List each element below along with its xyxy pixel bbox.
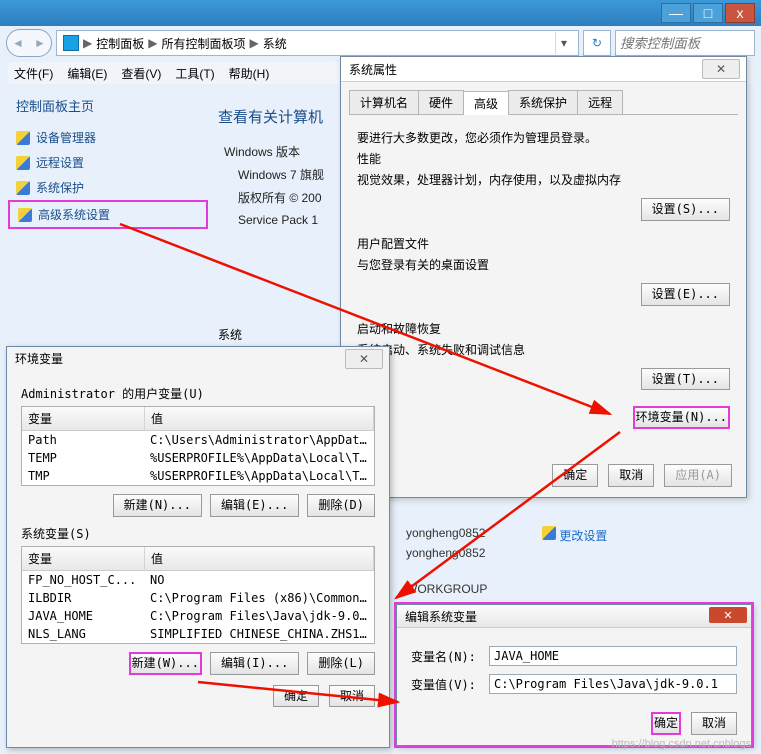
menu-tools[interactable]: 工具(T) bbox=[175, 65, 214, 82]
envvars-ok-button[interactable]: 确定 bbox=[273, 685, 319, 708]
table-row[interactable]: TMP%USERPROFILE%\AppData\Local\Temp bbox=[22, 467, 374, 485]
sys-new-button[interactable]: 新建(W)... bbox=[129, 652, 202, 675]
menu-edit[interactable]: 编辑(E) bbox=[67, 65, 107, 82]
performance-settings-button[interactable]: 设置(S)... bbox=[641, 198, 730, 221]
system-section-label: 系统 bbox=[218, 326, 242, 343]
shield-icon bbox=[18, 208, 32, 222]
sysprops-apply-button: 应用(A) bbox=[664, 464, 732, 487]
sysprops-close-button[interactable]: ✕ bbox=[702, 59, 740, 79]
editvar-close-button[interactable]: ✕ bbox=[709, 607, 747, 623]
performance-desc: 视觉效果，处理器计划，内存使用，以及虚拟内存 bbox=[357, 171, 730, 188]
table-row[interactable]: FP_NO_HOST_C...NO bbox=[22, 571, 374, 589]
shield-icon bbox=[16, 131, 30, 145]
col-var: 变量 bbox=[22, 547, 145, 570]
address-bar: ◄► ▶ 控制面板 ▶ 所有控制面板项 ▶ 系统 ▾ ↻ bbox=[6, 28, 755, 58]
col-var: 变量 bbox=[22, 407, 145, 430]
var-name-label: 变量名(N): bbox=[411, 648, 489, 665]
user-edit-button[interactable]: 编辑(E)... bbox=[210, 494, 299, 517]
user-vars-table[interactable]: 变量值 PathC:\Users\Administrator\AppData\.… bbox=[21, 406, 375, 486]
sidebar-title: 控制面板主页 bbox=[16, 96, 208, 115]
minimize-button[interactable]: — bbox=[661, 3, 691, 23]
refresh-button[interactable]: ↻ bbox=[583, 30, 611, 56]
col-val: 值 bbox=[145, 407, 374, 430]
sidebar-advanced-system-settings[interactable]: 高级系统设置 bbox=[8, 200, 208, 229]
sys-delete-button[interactable]: 删除(L) bbox=[307, 652, 375, 675]
env-vars-dialog: 环境变量 ✕ Administrator 的用户变量(U) 变量值 PathC:… bbox=[6, 346, 390, 748]
windows-edition-label: Windows 版本 bbox=[224, 141, 358, 164]
var-value-label: 变量值(V): bbox=[411, 676, 489, 693]
performance-group-title: 性能 bbox=[357, 150, 730, 167]
sys-vars-table[interactable]: 变量值 FP_NO_HOST_C...NO ILBDIRC:\Program F… bbox=[21, 546, 375, 644]
editvar-ok-button[interactable]: 确定 bbox=[651, 712, 681, 735]
var-value-input[interactable]: C:\Program Files\Java\jdk-9.0.1 bbox=[489, 674, 737, 694]
user-new-button[interactable]: 新建(N)... bbox=[113, 494, 202, 517]
sidebar: 控制面板主页 设备管理器 远程设置 系统保护 高级系统设置 bbox=[8, 90, 208, 229]
startup-group-title: 启动和故障恢复 bbox=[357, 320, 730, 337]
breadcrumb[interactable]: ▶ 控制面板 ▶ 所有控制面板项 ▶ 系统 ▾ bbox=[56, 30, 579, 56]
shield-icon bbox=[16, 156, 30, 170]
tab-advanced[interactable]: 高级 bbox=[463, 91, 509, 115]
var-name-input[interactable]: JAVA_HOME bbox=[489, 646, 737, 666]
sysprops-ok-button[interactable]: 确定 bbox=[552, 464, 598, 487]
close-button[interactable]: x bbox=[725, 3, 755, 23]
editvar-title: 编辑系统变量 bbox=[405, 608, 477, 625]
table-row[interactable]: NLS_LANGSIMPLIFIED CHINESE_CHINA.ZHS16GB… bbox=[22, 625, 374, 643]
environment-variables-button[interactable]: 环境变量(N)... bbox=[633, 406, 730, 429]
startup-desc: 系统启动、系统失败和调试信息 bbox=[357, 341, 730, 358]
envvars-cancel-button[interactable]: 取消 bbox=[329, 685, 375, 708]
breadcrumb-c[interactable]: 系统 bbox=[263, 35, 287, 52]
breadcrumb-a[interactable]: 控制面板 bbox=[96, 35, 144, 52]
table-row[interactable]: PathC:\Users\Administrator\AppData\... bbox=[22, 431, 374, 449]
tab-computer-name[interactable]: 计算机名 bbox=[349, 90, 419, 114]
col-val: 值 bbox=[145, 547, 374, 570]
user-delete-button[interactable]: 删除(D) bbox=[307, 494, 375, 517]
table-row[interactable]: ILBDIRC:\Program Files (x86)\Common F... bbox=[22, 589, 374, 607]
computer-name: yongheng0852 bbox=[406, 526, 485, 540]
breadcrumb-sep: ▶ bbox=[83, 36, 92, 50]
workgroup: WORKGROUP bbox=[406, 582, 487, 596]
system-properties-dialog: 系统属性 ✕ 计算机名 硬件 高级 系统保护 远程 要进行大多数更改，您必须作为… bbox=[340, 56, 747, 498]
tab-remote[interactable]: 远程 bbox=[577, 90, 623, 114]
table-row[interactable]: TEMP%USERPROFILE%\AppData\Local\Temp bbox=[22, 449, 374, 467]
envvars-close-button[interactable]: ✕ bbox=[345, 349, 383, 369]
window-titlebar: — □ x bbox=[0, 0, 761, 26]
sidebar-remote-settings[interactable]: 远程设置 bbox=[8, 150, 208, 175]
shield-icon bbox=[542, 526, 556, 540]
sidebar-system-protection[interactable]: 系统保护 bbox=[8, 175, 208, 200]
menu-file[interactable]: 文件(F) bbox=[14, 65, 53, 82]
editvar-cancel-button[interactable]: 取消 bbox=[691, 712, 737, 735]
sidebar-device-manager[interactable]: 设备管理器 bbox=[8, 125, 208, 150]
breadcrumb-dropdown-icon[interactable]: ▾ bbox=[555, 32, 572, 54]
tab-system-protection[interactable]: 系统保护 bbox=[508, 90, 578, 114]
sysprops-title: 系统属性 bbox=[349, 61, 397, 78]
sys-vars-label: 系统变量(S) bbox=[21, 525, 375, 542]
sys-edit-button[interactable]: 编辑(I)... bbox=[210, 652, 299, 675]
page-title: 查看有关计算机 bbox=[218, 106, 358, 127]
envvars-title: 环境变量 bbox=[15, 350, 63, 367]
userprofile-desc: 与您登录有关的桌面设置 bbox=[357, 256, 730, 273]
admin-notice: 要进行大多数更改，您必须作为管理员登录。 bbox=[357, 129, 730, 146]
maximize-button[interactable]: □ bbox=[693, 3, 723, 23]
breadcrumb-b[interactable]: 所有控制面板项 bbox=[161, 35, 245, 52]
control-panel-icon bbox=[63, 35, 79, 51]
watermark: https://blog.csdn.net.cnblogs bbox=[612, 738, 751, 750]
change-settings-link[interactable]: 更改设置 bbox=[559, 529, 607, 543]
startup-settings-button[interactable]: 设置(T)... bbox=[641, 368, 730, 391]
userprofile-group-title: 用户配置文件 bbox=[357, 235, 730, 252]
user-vars-label: Administrator 的用户变量(U) bbox=[21, 385, 375, 402]
shield-icon bbox=[16, 181, 30, 195]
sysprops-tabs: 计算机名 硬件 高级 系统保护 远程 bbox=[349, 90, 738, 115]
tab-hardware[interactable]: 硬件 bbox=[418, 90, 464, 114]
content-area: 查看有关计算机 Windows 版本 Windows 7 旗舰 版权所有 © 2… bbox=[218, 100, 358, 232]
sysprops-cancel-button[interactable]: 取消 bbox=[608, 464, 654, 487]
userprofile-settings-button[interactable]: 设置(E)... bbox=[641, 283, 730, 306]
computer-info: yongheng0852 更改设置 yongheng0852 WORKGROUP bbox=[406, 520, 487, 602]
table-row[interactable]: JAVA_HOMEC:\Program Files\Java\jdk-9.0.1 bbox=[22, 607, 374, 625]
full-computer-name: yongheng0852 bbox=[406, 546, 487, 560]
search-input[interactable] bbox=[615, 30, 755, 56]
nav-back-forward[interactable]: ◄► bbox=[6, 29, 52, 57]
edit-system-variable-dialog: 编辑系统变量 ✕ 变量名(N):JAVA_HOME 变量值(V):C:\Prog… bbox=[396, 604, 752, 746]
menu-help[interactable]: 帮助(H) bbox=[229, 65, 270, 82]
menu-view[interactable]: 查看(V) bbox=[121, 65, 161, 82]
